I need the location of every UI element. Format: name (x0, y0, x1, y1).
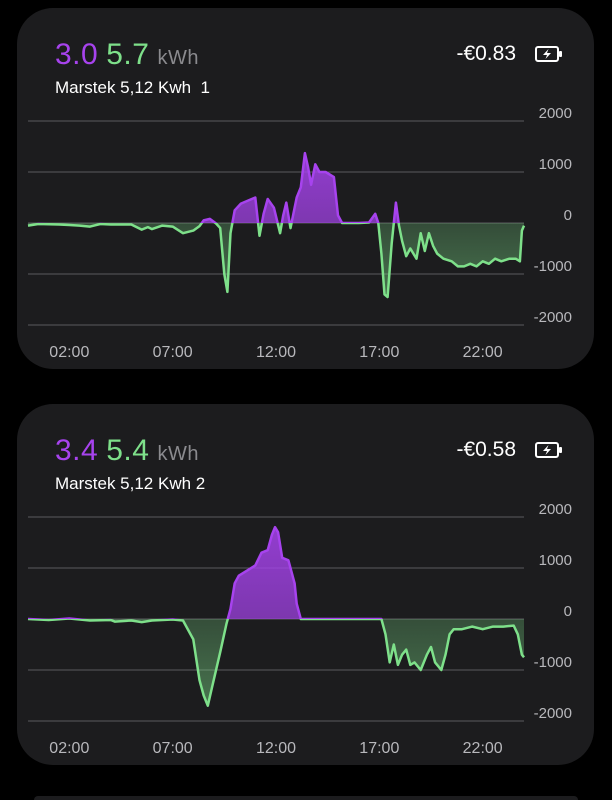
charged-kwh: 3.0 (55, 38, 99, 71)
x-tick-label: 17:00 (359, 740, 399, 757)
x-tick-label: 02:00 (49, 344, 89, 361)
charge-area (28, 527, 524, 619)
battery-charging-icon (535, 46, 562, 62)
y-tick-label: -2000 (534, 309, 572, 326)
y-tick-label: -1000 (534, 654, 572, 671)
discharged-kwh: 5.7 (106, 38, 150, 71)
x-tick-label: 17:00 (359, 344, 399, 361)
y-tick-label: 0 (564, 603, 572, 620)
y-tick-label: 2000 (539, 105, 572, 122)
charged-kwh: 3.4 (55, 434, 99, 467)
y-tick-label: -2000 (534, 705, 572, 722)
x-tick-label: 22:00 (463, 344, 503, 361)
battery-charging-icon (535, 442, 562, 458)
energy-unit: kWh (157, 443, 199, 465)
discharged-kwh: 5.4 (106, 434, 150, 467)
x-tick-label: 22:00 (463, 740, 503, 757)
y-tick-label: 0 (564, 207, 572, 224)
next-card-edge (34, 796, 578, 800)
x-tick-label: 07:00 (153, 344, 193, 361)
y-tick-label: 2000 (539, 501, 572, 518)
cost-value: -€0.83 (456, 42, 516, 65)
x-tick-label: 12:00 (256, 740, 296, 757)
x-tick-label: 02:00 (49, 740, 89, 757)
device-name: Marstek 5,12 Kwh 2 (55, 474, 206, 493)
energy-stats: 3.4 5.4 kWh (55, 434, 199, 468)
x-tick-label: 07:00 (153, 740, 193, 757)
cost-value: -€0.58 (456, 438, 516, 461)
energy-stats: 3.0 5.7 kWh (55, 38, 199, 72)
y-tick-label: 1000 (539, 552, 572, 569)
battery-card-1[interactable]: 2000 1000 0 -1000 -2000 02:00 07:00 12:00 17:00 2… (17, 8, 594, 369)
energy-unit: kWh (157, 47, 199, 69)
y-tick-label: 1000 (539, 156, 572, 173)
battery-card-2[interactable]: 2000 1000 0 -1000 -2000 02:00 07:00 12:00 17:00 2… (17, 404, 594, 765)
y-tick-label: -1000 (534, 258, 572, 275)
device-name: Marstek 5,12 Kwh 1 (55, 78, 210, 97)
x-tick-label: 12:00 (256, 344, 296, 361)
